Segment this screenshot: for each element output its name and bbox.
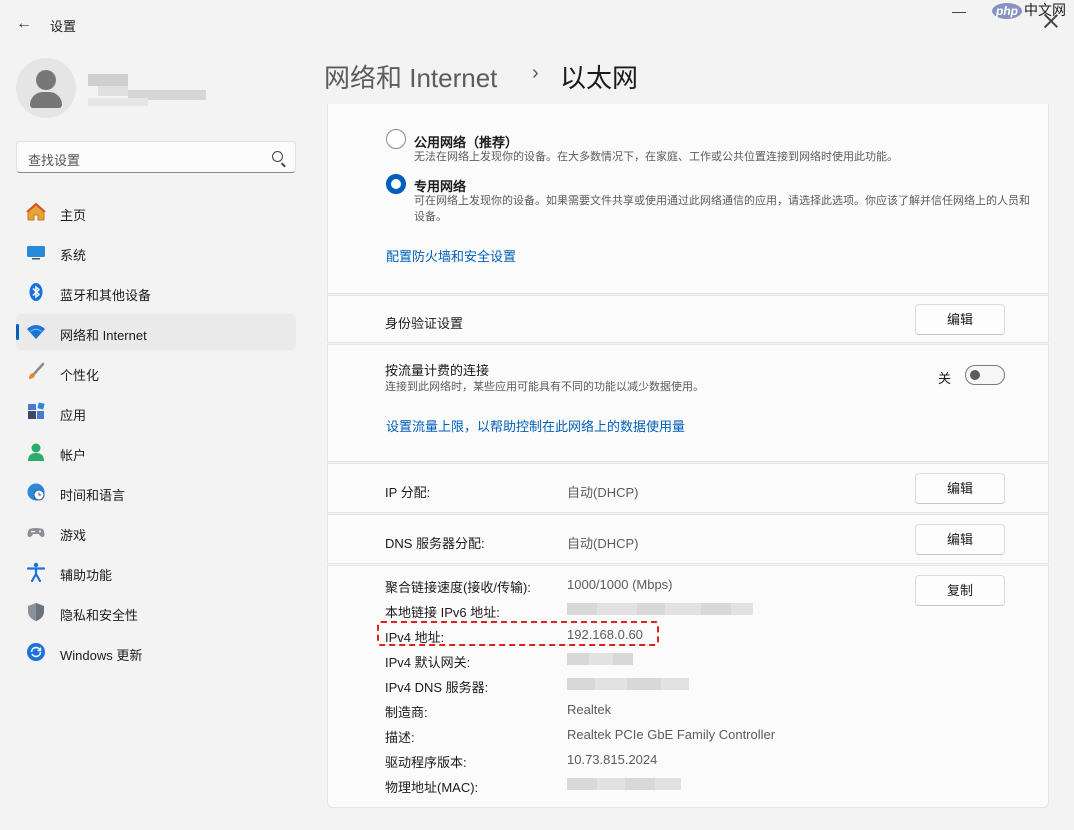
sidebar-item-gaming[interactable]: 游戏 <box>16 514 296 550</box>
metered-label: 按流量计费的连接 <box>385 363 490 378</box>
monitor-icon <box>27 246 45 260</box>
avatar[interactable] <box>16 58 76 118</box>
sidebar-item-windows-update[interactable]: Windows 更新 <box>16 634 296 670</box>
ip-assignment-value: 自动(DHCP) <box>567 485 639 500</box>
private-network-desc: 可在网络上发现你的设备。如果需要文件共享或使用通过此网络通信的应用，请选择此选项… <box>414 195 1030 223</box>
search-placeholder: 查找设置 <box>28 153 81 168</box>
title-bar: ← 设置 php 中文网 <box>0 0 1074 48</box>
metered-desc: 连接到此网络时，某些应用可能具有不同的功能以减少数据使用。 <box>385 381 704 393</box>
sidebar-item-label: 帐户 <box>60 448 87 463</box>
property-label: 制造商: <box>385 705 428 720</box>
back-arrow-icon[interactable]: ← <box>14 14 34 34</box>
page-title: 以太网 <box>560 63 639 93</box>
property-label: 驱动程序版本: <box>385 755 467 770</box>
ip-assignment-row: IP 分配: 自动(DHCP) 编辑 <box>327 463 1049 513</box>
dns-assignment-label: DNS 服务器分配: <box>385 536 485 551</box>
auth-edit-button[interactable]: 编辑 <box>915 304 1005 335</box>
wifi-icon <box>27 325 45 339</box>
chevron-right-icon: › <box>532 62 539 84</box>
search-icon[interactable] <box>272 151 283 162</box>
property-label: IPv4 DNS 服务器: <box>385 680 489 695</box>
sidebar-item-system[interactable]: 系统 <box>16 234 296 270</box>
property-label: 物理地址(MAC): <box>385 780 479 795</box>
update-icon <box>27 643 45 661</box>
sidebar-item-label: 隐私和安全性 <box>60 608 139 623</box>
accessibility-icon <box>26 562 46 582</box>
network-properties-card: 复制 聚合链接速度(接收/传输): 1000/1000 (Mbps) 本地链接 … <box>327 565 1049 808</box>
toggle-knob <box>970 370 980 380</box>
brush-icon <box>29 362 45 379</box>
data-limit-link[interactable]: 设置流量上限，以帮助控制在此网络上的数据使用量 <box>386 416 685 435</box>
sidebar-item-label: 系统 <box>60 248 87 263</box>
sidebar-item-accessibility[interactable]: 辅助功能 <box>16 554 296 590</box>
sidebar-item-label: 辅助功能 <box>60 568 113 583</box>
sidebar-item-personalization[interactable]: 个性化 <box>16 354 296 390</box>
sidebar-item-home[interactable]: 主页 <box>16 194 296 230</box>
sidebar-item-network[interactable]: 网络和 Internet <box>16 314 296 350</box>
auth-settings-label: 身份验证设置 <box>385 316 464 331</box>
gamepad-icon <box>27 528 45 537</box>
shield-icon <box>28 603 44 621</box>
redacted-value <box>567 653 633 665</box>
search-input[interactable]: 查找设置 <box>16 141 296 173</box>
clock-globe-icon <box>27 483 45 501</box>
minimize-icon[interactable] <box>952 12 966 13</box>
redacted-user-name <box>88 72 206 108</box>
private-network-radio[interactable] <box>386 174 406 194</box>
property-value: 10.73.815.2024 <box>567 752 658 767</box>
auth-settings-row: 身份验证设置 编辑 <box>327 295 1049 343</box>
sidebar-item-bluetooth[interactable]: 蓝牙和其他设备 <box>16 274 296 310</box>
sidebar-item-label: 时间和语言 <box>60 488 126 503</box>
ipv4-highlight-annotation <box>377 621 659 646</box>
breadcrumb-parent[interactable]: 网络和 Internet <box>324 58 497 95</box>
redacted-value <box>567 603 753 615</box>
firewall-settings-link[interactable]: 配置防火墙和安全设置 <box>386 246 516 265</box>
bluetooth-icon <box>29 283 43 301</box>
metered-state-label: 关 <box>938 371 952 386</box>
dns-assignment-value: 自动(DHCP) <box>567 536 639 551</box>
sidebar-item-apps[interactable]: 应用 <box>16 394 296 430</box>
watermark-badge: php <box>992 3 1022 19</box>
sidebar-item-label: 应用 <box>60 408 87 423</box>
property-value: Realtek <box>567 702 612 717</box>
property-value: 1000/1000 (Mbps) <box>567 577 673 592</box>
property-label: IPv4 默认网关: <box>385 655 471 670</box>
sidebar-item-accounts[interactable]: 帐户 <box>16 434 296 470</box>
home-icon <box>26 202 46 221</box>
sidebar-item-label: 网络和 Internet <box>60 328 147 343</box>
copy-button[interactable]: 复制 <box>915 575 1005 606</box>
network-profile-card: 公用网络（推荐） 无法在网络上发现你的设备。在大多数情况下，在家庭、工作或公共位… <box>327 104 1049 294</box>
sidebar-item-time-language[interactable]: 时间和语言 <box>16 474 296 510</box>
close-icon[interactable] <box>1044 14 1058 28</box>
sidebar-item-label: 主页 <box>60 208 87 223</box>
redacted-value <box>567 678 689 690</box>
apps-icon <box>28 402 45 419</box>
ip-edit-button[interactable]: 编辑 <box>915 473 1005 504</box>
property-value: Realtek PCIe GbE Family Controller <box>567 727 776 742</box>
metered-connection-card: 按流量计费的连接 连接到此网络时，某些应用可能具有不同的功能以减少数据使用。 关… <box>327 344 1049 462</box>
ip-assignment-label: IP 分配: <box>385 485 431 500</box>
redacted-value <box>567 778 681 790</box>
sidebar-item-label: 个性化 <box>60 368 100 383</box>
public-network-desc: 无法在网络上发现你的设备。在大多数情况下，在家庭、工作或公共位置连接到网络时使用… <box>414 151 898 163</box>
property-label: 聚合链接速度(接收/传输): <box>385 580 531 595</box>
property-label: 本地链接 IPv6 地址: <box>385 605 500 620</box>
property-label: 描述: <box>385 730 415 745</box>
sidebar-item-label: Windows 更新 <box>60 648 143 663</box>
sidebar-nav: 主页 系统 蓝牙和其他设备 网络和 Internet 个性化 应用 帐户 时间和… <box>16 194 296 674</box>
dns-assignment-row: DNS 服务器分配: 自动(DHCP) 编辑 <box>327 514 1049 564</box>
metered-toggle[interactable] <box>965 365 1005 385</box>
app-title: 设置 <box>50 19 77 34</box>
account-icon <box>28 443 44 461</box>
sidebar-item-privacy[interactable]: 隐私和安全性 <box>16 594 296 630</box>
dns-edit-button[interactable]: 编辑 <box>915 524 1005 555</box>
sidebar-item-label: 蓝牙和其他设备 <box>60 288 152 303</box>
public-network-radio[interactable] <box>386 129 406 149</box>
sidebar-item-label: 游戏 <box>60 528 87 543</box>
